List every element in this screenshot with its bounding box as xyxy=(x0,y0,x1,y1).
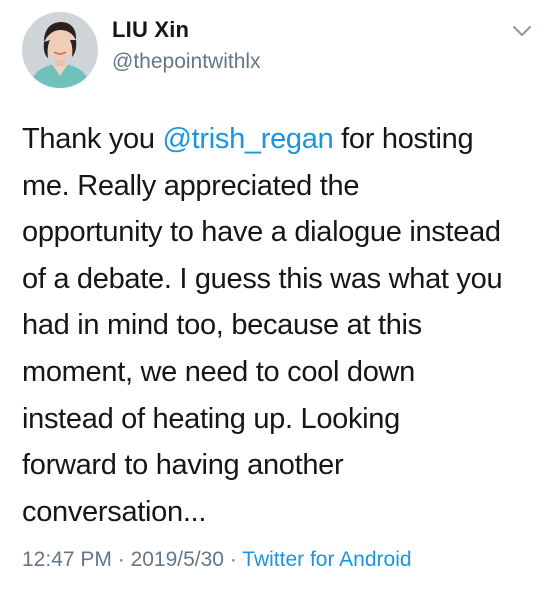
chevron-down-icon[interactable] xyxy=(512,24,532,38)
tweet-line: me. Really appreciated the xyxy=(22,169,360,202)
avatar[interactable] xyxy=(22,12,98,88)
tweet-text-segment: for hosting xyxy=(333,123,474,155)
tweet-line: Thank you @trish_regan for hosting xyxy=(22,116,532,163)
tweet-text-segment: Thank you xyxy=(22,123,163,155)
tweet-date[interactable]: 2019/5/30 xyxy=(131,548,224,571)
meta-separator: · xyxy=(111,548,131,571)
source-link[interactable]: Twitter for Android xyxy=(242,548,411,571)
tweet-card: LIU Xin @thepointwithlx Thank you @trish… xyxy=(0,0,550,591)
tweet-line: moment, we need to cool down xyxy=(22,355,415,388)
mention-link[interactable]: @trish_regan xyxy=(162,123,333,155)
author-name[interactable]: LIU Xin xyxy=(112,17,189,43)
avatar-photo xyxy=(22,12,98,88)
tweet-line: of a debate. I guess this was what you xyxy=(22,262,503,295)
tweet-line: had in mind too, because at this xyxy=(22,309,422,342)
tweet-line: instead of heating up. Looking xyxy=(22,402,400,435)
tweet-meta: 12:47 PM · 2019/5/30 · Twitter for Andro… xyxy=(22,547,412,573)
tweet-line: opportunity to have a dialogue instead xyxy=(22,216,501,249)
tweet-line: conversation... xyxy=(22,495,207,528)
tweet-line: forward to having another xyxy=(22,449,344,482)
tweet-time[interactable]: 12:47 PM xyxy=(22,548,112,571)
author-handle[interactable]: @thepointwithlx xyxy=(112,49,261,75)
tweet-text: Thank you @trish_regan for hosting me. R… xyxy=(22,116,532,535)
meta-separator: · xyxy=(224,548,243,571)
